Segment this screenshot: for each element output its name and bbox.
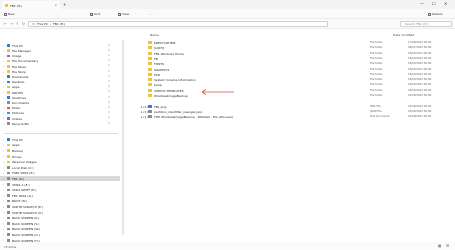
file-type: File folder [370,94,383,97]
file-icon [148,104,152,108]
file-type: File folder [370,51,383,55]
folder-icon [148,83,152,87]
file-icon [148,115,152,119]
file-date: 18/05/2023 00:00 [408,62,432,66]
file-icon [148,109,152,113]
grid-view-icon[interactable]: ▦ [438,244,441,248]
file-date: 18/05/2023 00:00 [408,67,432,71]
file-date: 22/08/2023 00:00 [408,115,432,119]
file-list: $RECYCLE.BIN File folder 17/08/2023 00:00[… [0,0,455,250]
file-date: 18/05/2023 00:00 [408,88,432,92]
file-type: File folder [370,72,383,76]
list-view-icon[interactable]: ☰ [446,244,449,248]
file-date: 09/07/2023 00:00 [408,46,432,50]
file-type: File folder [370,78,383,82]
folder-icon [148,94,152,97]
folder-icon [148,56,152,60]
file-date: 18/05/2023 00:00 [408,56,432,60]
file-type: PNG File [370,104,381,108]
file-type: File folder [370,83,383,87]
file-row[interactable]: 1 (1) THE WindowsImageBackup - Wikitest -… [140,114,450,120]
folder-icon [148,41,152,44]
file-date: 18/05/2023 00:00 [408,78,432,82]
file-type: File folder [370,88,383,92]
item-count: 15 items [4,244,17,249]
file-type: Text Document [370,115,390,119]
folder-icon [148,72,152,76]
file-date: 18/05/2023 00:00 [408,51,432,55]
folder-icon [148,78,152,82]
file-type: File folder [370,62,383,66]
file-date: 18/05/2023 00:00 [408,72,432,76]
file-date: 22/08/2023 00:00 [408,109,432,113]
folder-icon [148,88,152,92]
folder-icon [148,46,152,50]
file-date: 22/08/2023 00:00 [408,104,432,108]
folder-icon [148,67,152,71]
row-marker: 1 (1) [140,115,148,120]
file-type: File folder [370,56,383,60]
file-name: WindowsImageBackup [154,94,188,98]
folder-icon [148,62,152,66]
file-type: File folder [370,46,383,50]
status-bar: 15 items ▦ ☰ [0,242,455,250]
file-type: JSON File [370,109,382,113]
file-date: 22/08/2023 00:00 [408,94,432,97]
annotation-arrow-icon [201,89,234,95]
file-name: THE WindowsImageBackup - Wikitest - File… [154,115,233,120]
file-type: File folder [370,67,383,71]
folder-icon [148,51,152,55]
file-date: 18/05/2023 00:00 [408,83,432,87]
file-row[interactable]: WindowsImageBackup File folder 22/08/2023 … [140,93,450,99]
file-type: File folder [370,41,383,44]
file-date: 17/08/2023 00:00 [408,41,432,44]
